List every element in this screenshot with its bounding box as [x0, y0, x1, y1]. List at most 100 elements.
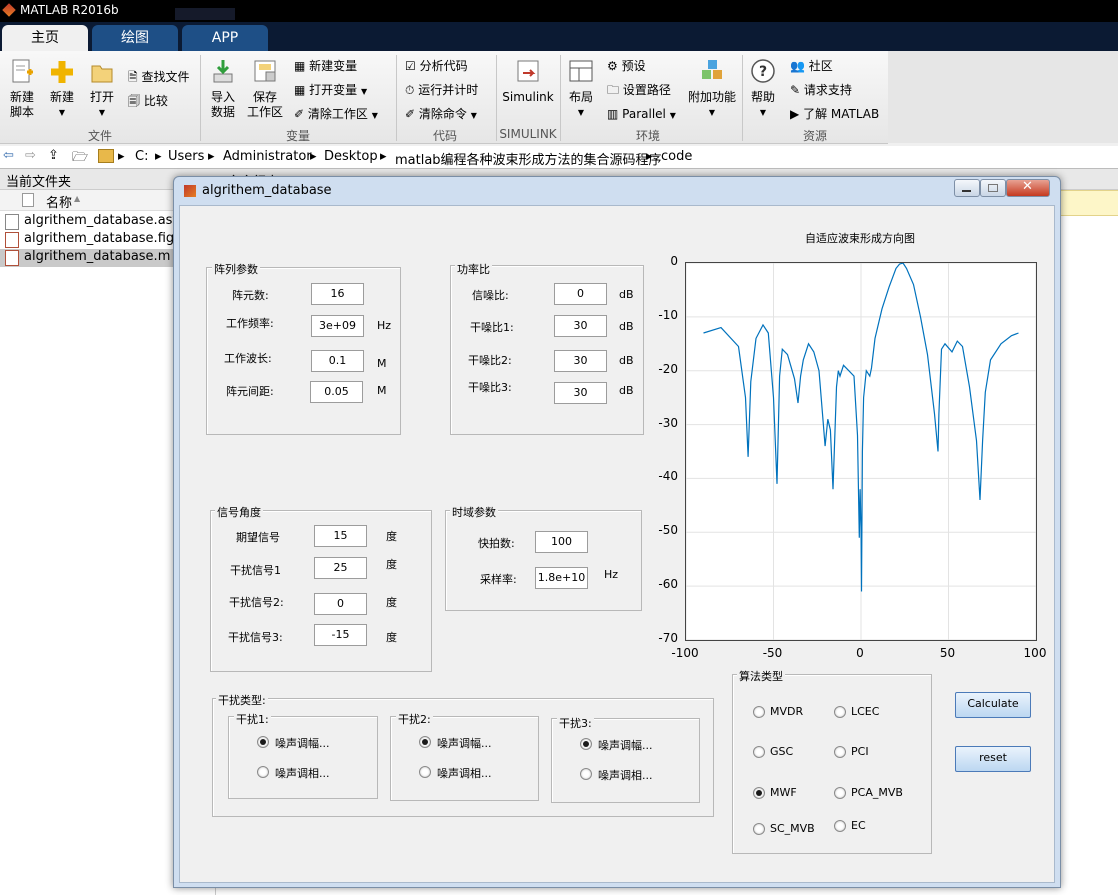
- snr-input[interactable]: 0: [554, 283, 607, 305]
- interference1-am-label[interactable]: 噪声调幅...: [275, 735, 330, 751]
- x-tick-label: -100: [671, 646, 699, 660]
- forward-arrow-icon[interactable]: ⇨: [25, 148, 36, 163]
- algorithm-label-pci[interactable]: PCI: [851, 745, 869, 758]
- interference1-pm-label[interactable]: 噪声调相...: [275, 765, 330, 781]
- path-crumb[interactable]: C:: [135, 149, 148, 164]
- layout-button[interactable]: 布局 ▼: [566, 58, 596, 120]
- inr1-input[interactable]: 30: [554, 315, 607, 337]
- path-crumb[interactable]: matlab编程各种波束形成方法的集合源码程序: [395, 149, 662, 168]
- reset-button[interactable]: reset: [955, 746, 1031, 772]
- open-dropdown-icon[interactable]: ▼: [86, 105, 118, 120]
- algorithm-label-lcec[interactable]: LCEC: [851, 705, 879, 718]
- tab-home[interactable]: 主页: [2, 25, 88, 51]
- algorithm-radio-sc-mvb[interactable]: [753, 823, 765, 835]
- path-crumb[interactable]: Administrator: [223, 149, 312, 164]
- inr2-input[interactable]: 30: [554, 350, 607, 372]
- inr3-input[interactable]: 30: [554, 382, 607, 404]
- request-support-button[interactable]: ✎ 请求支持: [790, 83, 852, 97]
- new-variable-button[interactable]: ▦ 新建变量: [294, 59, 357, 73]
- algorithm-label-sc-mvb[interactable]: SC_MVB: [770, 822, 815, 835]
- parallel-button[interactable]: ▥ Parallel ▼: [607, 107, 676, 123]
- algorithm-radio-pca-mvb[interactable]: [834, 787, 846, 799]
- algorithm-radio-lcec[interactable]: [834, 706, 846, 718]
- file-item-selected[interactable]: algrithem_database.m: [5, 249, 170, 267]
- open-variable-dropdown-icon[interactable]: ▼: [361, 87, 367, 96]
- interference2-pm-radio[interactable]: [419, 766, 431, 778]
- browse-folder-icon[interactable]: 🗁: [72, 148, 88, 170]
- plot-axes[interactable]: [685, 262, 1037, 641]
- interference2-input[interactable]: 0: [314, 593, 367, 615]
- figure-title-bar[interactable]: algrithem_database ✕: [174, 177, 1060, 205]
- tab-plots[interactable]: 绘图: [92, 25, 178, 51]
- interference1-input[interactable]: 25: [314, 557, 367, 579]
- algorithm-radio-mvdr[interactable]: [753, 706, 765, 718]
- add-ons-dropdown-icon[interactable]: ▼: [688, 105, 736, 120]
- analyze-code-button[interactable]: ☑ 分析代码: [405, 59, 468, 73]
- algorithm-radio-pci[interactable]: [834, 746, 846, 758]
- interference1-pm-radio[interactable]: [257, 766, 269, 778]
- maximize-button[interactable]: [980, 179, 1006, 197]
- find-files-button[interactable]: 🗎 查找文件: [128, 70, 190, 84]
- parallel-dropdown-icon[interactable]: ▼: [670, 111, 676, 120]
- clear-commands-button[interactable]: ✐ 清除命令 ▼: [405, 107, 477, 123]
- algorithm-label-mvdr[interactable]: MVDR: [770, 705, 803, 718]
- new-button[interactable]: 新建 ▼: [46, 58, 78, 120]
- algorithm-label-ec[interactable]: EC: [851, 819, 866, 832]
- interference2-pm-label[interactable]: 噪声调相...: [437, 765, 492, 781]
- open-variable-button[interactable]: ▦ 打开变量 ▼: [294, 83, 367, 99]
- sample-rate-input[interactable]: 1.8e+10: [535, 567, 588, 589]
- learn-matlab-button[interactable]: ▶ 了解 MATLAB: [790, 107, 879, 121]
- interference3-am-radio[interactable]: [580, 738, 592, 750]
- add-ons-button[interactable]: 附加功能 ▼: [688, 58, 736, 120]
- interference3-input[interactable]: -15: [314, 624, 367, 646]
- save-workspace-button[interactable]: 保存 工作区: [246, 58, 284, 120]
- frequency-input[interactable]: 3e+09: [311, 315, 364, 337]
- interference2-am-label[interactable]: 噪声调幅...: [437, 735, 492, 751]
- compare-button[interactable]: 🗐 比较: [128, 94, 168, 108]
- algorithm-label-pca-mvb[interactable]: PCA_MVB: [851, 786, 903, 799]
- path-crumb[interactable]: Users: [168, 149, 204, 164]
- new-dropdown-icon[interactable]: ▼: [46, 105, 78, 120]
- interference2-am-radio[interactable]: [419, 736, 431, 748]
- help-button[interactable]: ? 帮助 ▼: [748, 58, 778, 120]
- file-item[interactable]: algrithem_database.asv: [5, 213, 180, 231]
- tab-apps[interactable]: APP: [182, 25, 268, 51]
- help-dropdown-icon[interactable]: ▼: [748, 105, 778, 120]
- algorithm-radio-mwf[interactable]: [753, 787, 765, 799]
- preferences-button[interactable]: ⚙ 预设: [607, 59, 646, 73]
- desired-signal-input[interactable]: 15: [314, 525, 367, 547]
- algorithm-label-gsc[interactable]: GSC: [770, 745, 793, 758]
- algorithm-label-mwf[interactable]: MWF: [770, 786, 797, 799]
- interference3-pm-radio[interactable]: [580, 768, 592, 780]
- clear-workspace-dropdown-icon[interactable]: ▼: [372, 111, 378, 120]
- simulink-button[interactable]: Simulink: [502, 58, 554, 105]
- eraser-icon: ✐: [294, 107, 305, 121]
- wavelength-input[interactable]: 0.1: [311, 350, 364, 372]
- spacing-input[interactable]: 0.05: [310, 381, 363, 403]
- clear-workspace-button[interactable]: ✐ 清除工作区 ▼: [294, 107, 378, 123]
- y-tick-label: -30: [658, 415, 678, 430]
- set-path-button[interactable]: 🗀 设置路径: [607, 83, 671, 97]
- file-item[interactable]: algrithem_database.fig: [5, 231, 174, 249]
- path-crumb[interactable]: Desktop: [324, 149, 378, 164]
- import-data-button[interactable]: 导入 数据: [206, 58, 240, 120]
- open-button[interactable]: 打开 ▼: [86, 58, 118, 120]
- algorithm-radio-gsc[interactable]: [753, 746, 765, 758]
- clear-commands-dropdown-icon[interactable]: ▼: [471, 111, 477, 120]
- add-ons-icon: [702, 60, 722, 79]
- run-and-time-button[interactable]: ⏱ 运行并计时: [405, 83, 478, 97]
- layout-dropdown-icon[interactable]: ▼: [566, 105, 596, 120]
- minimize-button[interactable]: [954, 179, 980, 197]
- snapshots-input[interactable]: 100: [535, 531, 588, 553]
- elements-input[interactable]: 16: [311, 283, 364, 305]
- algorithm-radio-ec[interactable]: [834, 820, 846, 832]
- up-folder-icon[interactable]: ⇪: [48, 148, 59, 163]
- interference1-am-radio[interactable]: [257, 736, 269, 748]
- community-button[interactable]: 👥 社区: [790, 59, 833, 73]
- calculate-button[interactable]: Calculate: [955, 692, 1031, 718]
- new-script-button[interactable]: 新建 脚本: [6, 58, 38, 120]
- back-arrow-icon[interactable]: ⇦: [3, 148, 14, 163]
- close-button[interactable]: ✕: [1006, 179, 1050, 197]
- path-crumb[interactable]: code: [661, 149, 692, 164]
- eraser-icon: ✐: [405, 107, 416, 121]
